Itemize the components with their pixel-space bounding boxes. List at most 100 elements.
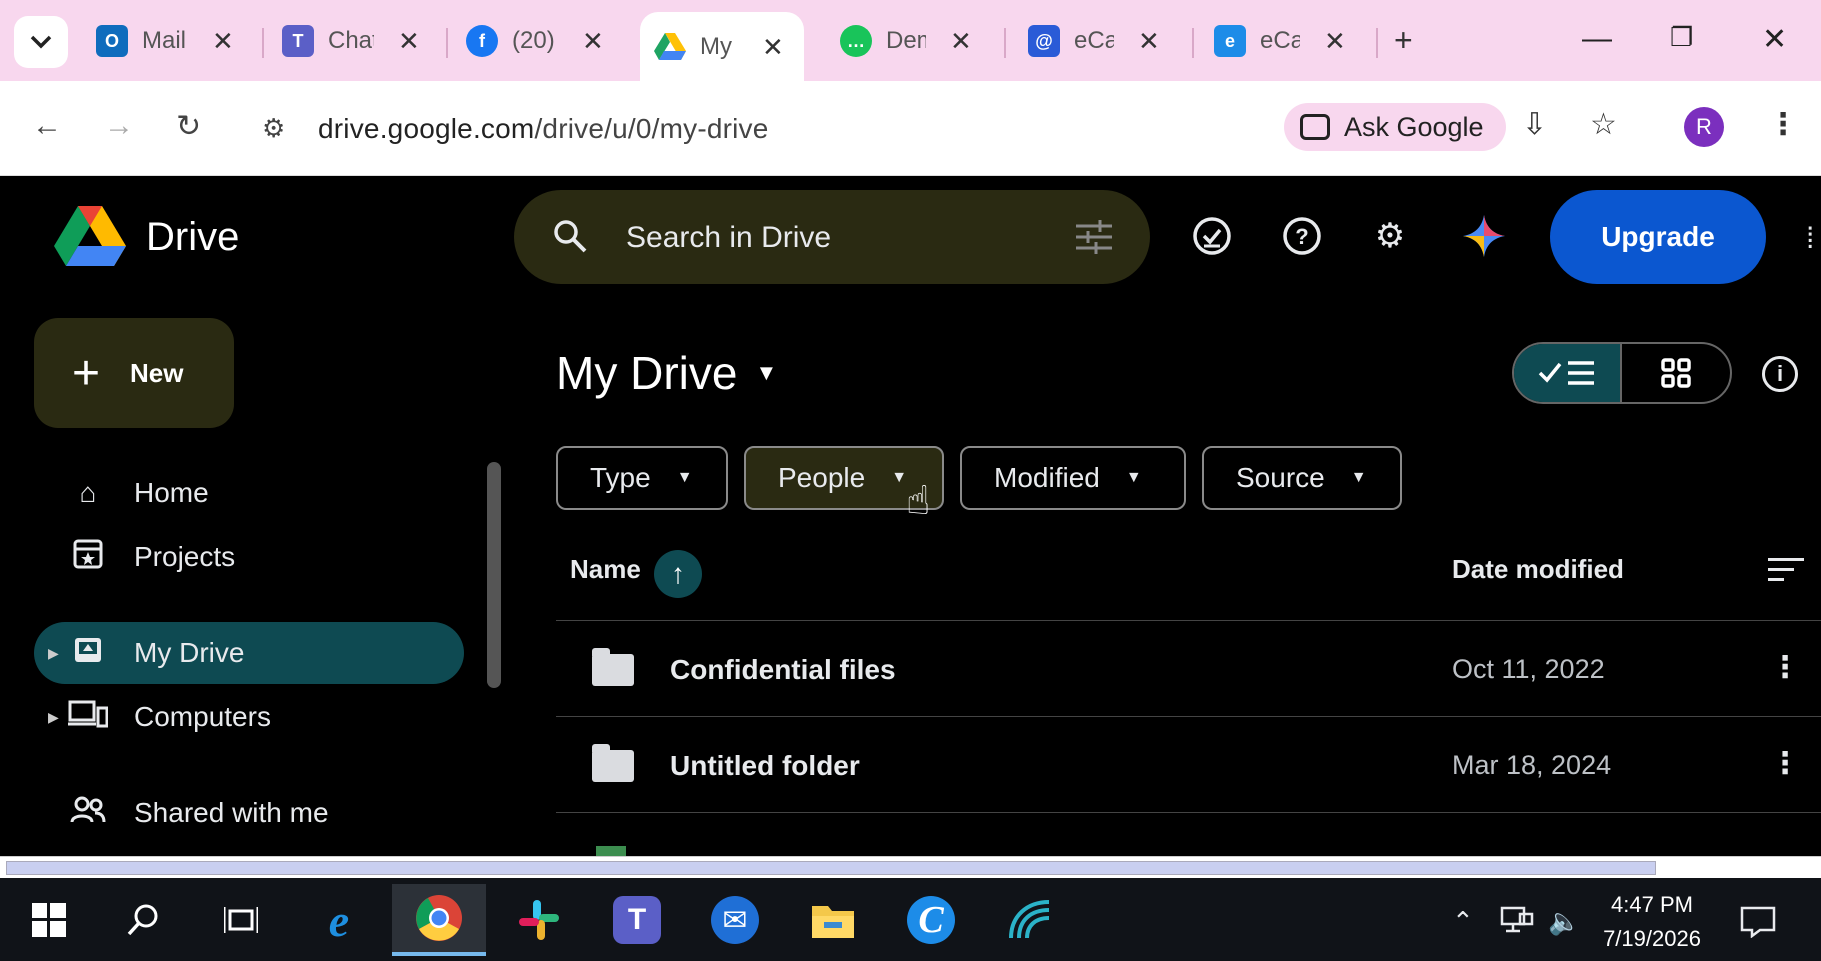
forward-arrow-icon[interactable]: → bbox=[104, 109, 134, 143]
close-icon[interactable]: ✕ bbox=[1138, 26, 1160, 57]
taskbar-thunderbird[interactable]: ✉ bbox=[688, 884, 782, 956]
filter-source-chip[interactable]: Source ▼ bbox=[1202, 446, 1402, 510]
sidebar-item-my-drive[interactable]: ▶ My Drive bbox=[34, 622, 464, 684]
tab-eca-2[interactable]: e eCa ✕ bbox=[1214, 12, 1346, 70]
taskbar-slack[interactable] bbox=[492, 884, 586, 956]
taskbar-chrome[interactable] bbox=[392, 884, 486, 956]
reload-icon[interactable]: ↻ bbox=[176, 109, 201, 144]
lens-icon bbox=[1300, 114, 1330, 140]
settings-gear-icon[interactable]: ⚙ bbox=[1368, 214, 1412, 258]
install-app-icon[interactable]: ⇩ bbox=[1522, 107, 1547, 142]
sort-options-icon[interactable] bbox=[1768, 558, 1804, 588]
sidebar-item-computers[interactable]: ▶ Computers bbox=[34, 686, 464, 748]
expand-caret-icon[interactable]: ▶ bbox=[48, 709, 68, 726]
taskbar-ecare-app[interactable]: C bbox=[884, 884, 978, 956]
ask-google-button[interactable]: Ask Google bbox=[1284, 103, 1506, 151]
browser-tab-strip: O Mail ✕ T Chat ✕ f (20) ✕ My Drive ✕ … … bbox=[0, 0, 1821, 82]
search-options-icon[interactable] bbox=[1076, 220, 1112, 262]
taskbar-search-button[interactable] bbox=[96, 884, 190, 956]
sidebar-scrollbar[interactable] bbox=[487, 462, 501, 688]
network-icon[interactable] bbox=[1500, 906, 1534, 941]
more-actions-icon[interactable]: ⋮ bbox=[1770, 746, 1800, 781]
tab-separator bbox=[1004, 28, 1006, 58]
sidebar-item-shared[interactable]: Shared with me bbox=[34, 782, 464, 844]
filter-modified-chip[interactable]: Modified ▼ bbox=[960, 446, 1186, 510]
notifications-icon[interactable] bbox=[1740, 906, 1776, 945]
chat-bubble-icon: … bbox=[840, 25, 872, 57]
new-button[interactable]: + New bbox=[34, 318, 234, 428]
taskbar-file-explorer[interactable] bbox=[786, 884, 880, 956]
tab-my-drive[interactable]: My Drive ✕ bbox=[640, 12, 804, 82]
taskbar-edge-legacy[interactable]: e bbox=[292, 884, 386, 956]
close-icon[interactable]: ✕ bbox=[950, 26, 972, 57]
sort-ascending-arrow-icon[interactable]: ↑ bbox=[654, 550, 702, 598]
tab-chat-app[interactable]: … Dem ✕ bbox=[840, 12, 972, 70]
new-tab-plus-icon[interactable]: + bbox=[1394, 22, 1413, 59]
divider bbox=[556, 620, 1821, 621]
show-hidden-icons-chevron-icon[interactable]: ⌃ bbox=[1452, 906, 1474, 937]
messenger-icon: @ bbox=[1028, 25, 1060, 57]
bookmark-star-icon[interactable]: ☆ bbox=[1590, 107, 1617, 142]
drive-search-bar[interactable] bbox=[514, 190, 1150, 284]
search-input[interactable] bbox=[626, 216, 1026, 260]
scrollbar-thumb[interactable] bbox=[6, 861, 1656, 875]
profile-avatar[interactable]: R bbox=[1684, 107, 1724, 147]
taskbar-clock[interactable]: 4:47 PM 7/19/2026 bbox=[1598, 888, 1706, 956]
chip-label: People bbox=[778, 462, 866, 493]
restore-icon[interactable]: ❐ bbox=[1670, 22, 1693, 53]
tab-separator bbox=[1192, 28, 1194, 58]
gemini-spark-icon[interactable] bbox=[1462, 214, 1506, 258]
tab-eca-1[interactable]: @ eCa ✕ bbox=[1028, 12, 1160, 70]
folder-icon bbox=[592, 648, 634, 686]
info-icon[interactable]: i bbox=[1762, 356, 1798, 392]
close-icon[interactable]: ✕ bbox=[398, 26, 420, 57]
back-arrow-icon[interactable]: ← bbox=[32, 109, 62, 143]
shared-icon bbox=[68, 796, 108, 831]
column-header-name[interactable]: Name bbox=[570, 554, 641, 585]
volume-icon[interactable]: 🔈 bbox=[1548, 906, 1580, 937]
site-settings-icon[interactable]: ⚙ bbox=[262, 113, 285, 144]
page-title-dropdown[interactable]: My Drive ▼ bbox=[556, 346, 777, 400]
table-row[interactable]: Untitled folder Mar 18, 2024 ⋮ bbox=[556, 718, 1821, 814]
caret-down-icon: ▼ bbox=[1350, 469, 1367, 486]
horizontal-scrollbar[interactable] bbox=[0, 856, 1821, 878]
task-view-button[interactable] bbox=[194, 884, 288, 956]
ready-for-offline-icon[interactable] bbox=[1190, 214, 1234, 258]
tab-title: My Drive bbox=[700, 33, 738, 60]
tab-title: Mail bbox=[142, 27, 187, 54]
page-title: My Drive bbox=[556, 347, 738, 399]
minimize-icon[interactable]: — bbox=[1582, 22, 1612, 56]
list-view-button[interactable] bbox=[1514, 344, 1623, 402]
url-bar[interactable]: drive.google.com/drive/u/0/my-drive bbox=[318, 113, 769, 145]
close-icon[interactable]: ✕ bbox=[212, 26, 234, 57]
url-host: drive.google.com bbox=[318, 113, 535, 144]
more-actions-icon[interactable]: ⋮ bbox=[1770, 650, 1800, 685]
table-row[interactable]: Confidential files Oct 11, 2022 ⋮ bbox=[556, 622, 1821, 718]
tab-search-button[interactable] bbox=[14, 16, 68, 68]
google-apps-icon[interactable]: ⁞ bbox=[1806, 222, 1814, 256]
taskbar-wave-app[interactable] bbox=[982, 884, 1076, 956]
close-icon[interactable]: ✕ bbox=[582, 26, 604, 57]
new-button-label: New bbox=[130, 357, 184, 388]
grid-view-button[interactable] bbox=[1622, 344, 1730, 402]
drive-icon bbox=[654, 31, 686, 63]
column-header-date-modified[interactable]: Date modified bbox=[1452, 554, 1624, 585]
taskbar-teams[interactable]: T bbox=[590, 884, 684, 956]
tab-mail[interactable]: O Mail ✕ bbox=[96, 12, 234, 70]
filter-type-chip[interactable]: Type ▼ bbox=[556, 446, 728, 510]
expand-caret-icon[interactable]: ▶ bbox=[48, 645, 68, 662]
start-button[interactable] bbox=[2, 884, 96, 956]
window-close-icon[interactable]: ✕ bbox=[1762, 22, 1787, 57]
computers-icon bbox=[68, 700, 109, 735]
browser-menu-icon[interactable]: ⋮ bbox=[1768, 107, 1798, 142]
help-icon[interactable]: ? bbox=[1280, 214, 1324, 258]
sidebar-item-home[interactable]: ⌂ Home bbox=[34, 462, 464, 524]
caret-down-icon: ▼ bbox=[755, 360, 778, 385]
tab-facebook[interactable]: f (20) ✕ bbox=[466, 12, 604, 70]
close-icon[interactable]: ✕ bbox=[762, 32, 784, 63]
tab-chat[interactable]: T Chat ✕ bbox=[282, 12, 420, 70]
upgrade-button[interactable]: Upgrade bbox=[1550, 190, 1766, 284]
sidebar-item-projects[interactable]: Projects bbox=[34, 526, 464, 588]
browser-toolbar: ← → ↻ ⚙ drive.google.com/drive/u/0/my-dr… bbox=[0, 81, 1821, 176]
close-icon[interactable]: ✕ bbox=[1324, 26, 1346, 57]
